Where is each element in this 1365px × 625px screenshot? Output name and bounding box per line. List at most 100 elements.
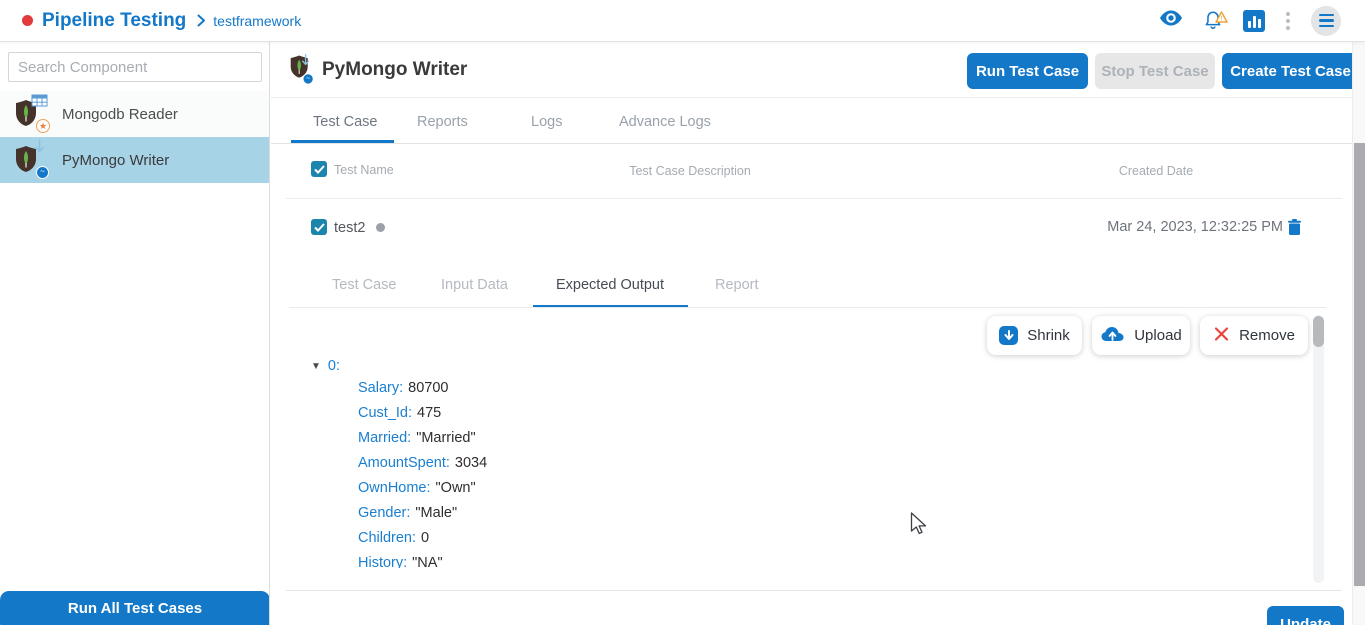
- json-key: Married:: [358, 430, 412, 446]
- shrink-button[interactable]: Shrink: [987, 316, 1082, 355]
- json-key: AmountSpent:: [358, 455, 450, 471]
- star-badge-icon: ★: [36, 119, 50, 133]
- content-scrollbar-track[interactable]: [1313, 315, 1324, 583]
- json-key: History:: [358, 555, 408, 568]
- run-all-test-cases-button[interactable]: Run All Test Cases: [0, 591, 269, 625]
- table-mini-icon: [31, 94, 48, 111]
- json-field-row: History: "NA": [358, 555, 443, 568]
- select-all-checkbox[interactable]: [311, 161, 327, 177]
- delete-test-case-button[interactable]: [1287, 218, 1302, 239]
- json-field-row: Salary: 80700: [358, 380, 448, 396]
- json-key: Children:: [358, 530, 417, 546]
- eye-icon[interactable]: [1159, 9, 1183, 32]
- component-sidebar: ★ Mongodb Reader ~ PyMongo Writer Run Al…: [0, 42, 270, 625]
- kebab-menu-icon[interactable]: [1284, 10, 1292, 32]
- down-arrow-mini-icon: [301, 54, 310, 73]
- warning-triangle-icon: !: [1215, 10, 1228, 28]
- json-value: "NA": [412, 555, 443, 568]
- header-divider: [271, 97, 1352, 98]
- column-header-test-name: Test Name: [334, 163, 394, 177]
- update-button[interactable]: Update: [1267, 606, 1344, 625]
- subtabs-divider: [289, 307, 1326, 308]
- json-node-toggle[interactable]: ▼ 0:: [311, 358, 340, 374]
- json-node-label: 0:: [327, 358, 340, 374]
- tab-logs[interactable]: Logs: [531, 114, 562, 130]
- json-key: Gender:: [358, 505, 411, 521]
- page-title-text: PyMongo Writer: [322, 59, 468, 80]
- upload-label: Upload: [1134, 327, 1182, 344]
- footer-divider: [286, 590, 1342, 591]
- json-field-row: Married: "Married": [358, 430, 476, 446]
- page-scrollbar-track[interactable]: [1352, 42, 1365, 625]
- page-scrollbar-thumb[interactable]: [1354, 143, 1365, 586]
- subtab-report[interactable]: Report: [715, 277, 759, 293]
- tab-reports[interactable]: Reports: [417, 114, 468, 130]
- remove-label: Remove: [1239, 327, 1295, 344]
- json-value: "Married": [416, 430, 476, 446]
- main-panel: ~ PyMongo Writer Run Test Case Stop Test…: [271, 42, 1352, 625]
- sidebar-item-label: PyMongo Writer: [62, 151, 170, 169]
- search-input[interactable]: [8, 52, 262, 82]
- shrink-icon: [999, 326, 1019, 345]
- upload-button[interactable]: Upload: [1092, 316, 1190, 355]
- tab-advance-logs[interactable]: Advance Logs: [619, 114, 711, 130]
- content-scrollbar-thumb[interactable]: [1313, 316, 1324, 347]
- run-test-case-button[interactable]: Run Test Case: [967, 53, 1088, 89]
- notification-bell-icon[interactable]: !: [1202, 9, 1228, 32]
- list-menu-icon[interactable]: [1311, 5, 1341, 36]
- top-navigation-bar: Pipeline Testing testframework !: [0, 0, 1365, 42]
- tab-test-case[interactable]: Test Case: [313, 114, 377, 130]
- json-value: 80700: [408, 380, 449, 396]
- expected-output-json-viewer: ▼ 0: Salary: 80700 Cust_Id: 475 Married: "M…: [311, 357, 951, 568]
- pymongo-writer-title-icon: ~: [289, 54, 314, 85]
- json-field-row: OwnHome: "Own": [358, 480, 476, 496]
- breadcrumb[interactable]: testframework: [213, 13, 301, 29]
- collapse-triangle-icon[interactable]: ▼: [311, 361, 321, 372]
- json-value: "Own": [435, 480, 476, 496]
- created-date-value: Mar 24, 2023, 12:32:25 PM: [1107, 219, 1283, 235]
- json-key: Salary:: [358, 380, 404, 396]
- remove-button[interactable]: Remove: [1200, 316, 1308, 355]
- sidebar-item-label: Mongodb Reader: [62, 105, 178, 123]
- writer-badge-icon: ~: [36, 166, 49, 179]
- create-test-case-button[interactable]: Create Test Case: [1222, 53, 1352, 89]
- mongodb-reader-icon: ★: [14, 94, 50, 133]
- breadcrumb-chevron-icon: [196, 14, 206, 27]
- app-title[interactable]: Pipeline Testing: [42, 10, 186, 32]
- table-header-divider: [286, 198, 1342, 199]
- tabs-divider: [271, 143, 1352, 144]
- topbar-icon-group: !: [1159, 5, 1341, 36]
- pymongo-writer-icon: ~: [14, 139, 49, 179]
- json-field-row: Children: 0: [358, 530, 429, 546]
- upload-cloud-icon: [1100, 325, 1125, 346]
- sidebar-item-mongodb-reader[interactable]: ★ Mongodb Reader: [0, 91, 269, 137]
- column-header-created-date: Created Date: [1118, 164, 1194, 178]
- column-header-description: Test Case Description: [629, 164, 751, 178]
- subtab-test-case[interactable]: Test Case: [332, 277, 396, 293]
- json-value: 3034: [454, 455, 488, 471]
- row-checkbox[interactable]: [311, 219, 327, 235]
- brand-dot-icon: [22, 15, 33, 26]
- stop-test-case-button[interactable]: Stop Test Case: [1095, 53, 1215, 89]
- test-case-name[interactable]: test2: [334, 220, 365, 236]
- json-key: OwnHome:: [358, 480, 431, 496]
- json-field-row: AmountSpent: 3034: [358, 455, 487, 471]
- sidebar-item-pymongo-writer[interactable]: ~ PyMongo Writer: [0, 137, 269, 183]
- writer-badge-icon: ~: [302, 73, 314, 85]
- json-field-row: Cust_Id: 475: [358, 405, 441, 421]
- json-value: 475: [417, 405, 442, 421]
- json-key: Cust_Id:: [358, 405, 412, 421]
- json-value: "Male": [415, 505, 458, 521]
- bar-chart-icon[interactable]: [1243, 9, 1265, 32]
- down-arrow-mini-icon: [34, 139, 45, 160]
- svg-text:!: !: [1221, 16, 1223, 23]
- status-dot-icon: [376, 223, 385, 232]
- shrink-label: Shrink: [1027, 327, 1070, 344]
- subtab-input-data[interactable]: Input Data: [441, 277, 508, 293]
- page-title: ~ PyMongo Writer: [289, 54, 468, 85]
- json-field-row: Gender: "Male": [358, 505, 457, 521]
- trash-icon: [1287, 219, 1302, 239]
- remove-x-icon: [1213, 326, 1230, 346]
- json-value: 0: [421, 530, 430, 546]
- subtab-expected-output[interactable]: Expected Output: [556, 277, 664, 293]
